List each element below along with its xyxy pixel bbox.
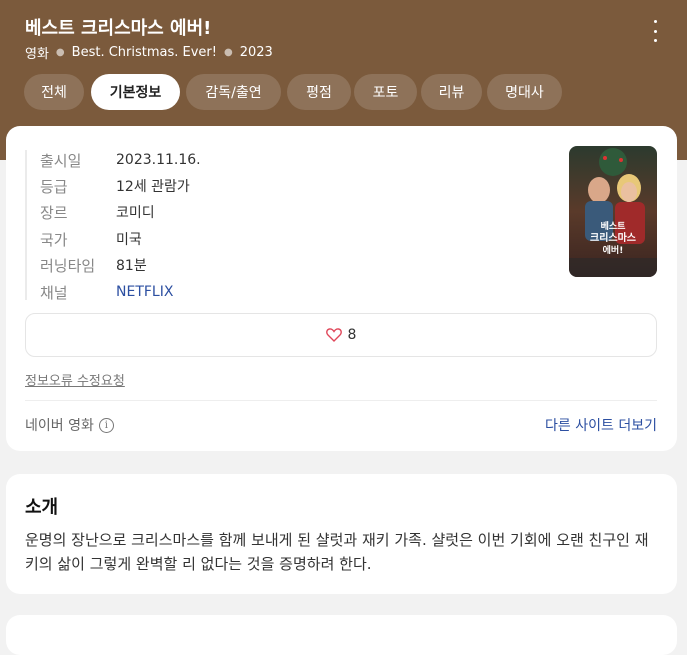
more-vertical-icon[interactable]: [648, 20, 662, 42]
info-row-rating: 등급 12세 관람가: [40, 176, 190, 196]
tab-rating[interactable]: 평점: [287, 74, 351, 110]
separator-dot: ●: [223, 47, 233, 58]
info-list: 출시일 2023.11.16. 등급 12세 관람가 장르 코미디 국가 미국 …: [25, 150, 201, 302]
info-label: 등급: [40, 177, 68, 196]
tab-quotes[interactable]: 명대사: [487, 74, 562, 110]
info-label: 국가: [40, 230, 68, 249]
meta-original-title: Best. Christmas. Ever!: [71, 45, 217, 60]
info-value: 미국: [116, 232, 142, 248]
poster-title-line: 에버!: [603, 244, 624, 256]
source-label: 네이버 영화 i: [25, 415, 114, 435]
info-value: 코미디: [116, 205, 155, 221]
info-label: 러닝타임: [40, 256, 96, 275]
info-label: 채널: [40, 283, 68, 302]
info-row-genre: 장르 코미디: [40, 202, 155, 222]
intro-card: 소개 운명의 장난으로 크리스마스를 함께 보내게 된 샬럿과 재키 가족. 샬…: [6, 474, 677, 594]
more-sites-link[interactable]: 다른 사이트 더보기: [545, 415, 657, 435]
divider: [25, 400, 657, 401]
intro-title: 소개: [25, 497, 59, 518]
meta-genre: 영화: [25, 47, 49, 62]
meta-year: 2023: [239, 45, 273, 60]
like-button[interactable]: 8: [25, 313, 657, 357]
info-row-channel: 채널 NETFLIX: [40, 282, 173, 302]
tab-review[interactable]: 리뷰: [421, 74, 482, 110]
movie-meta: 영화 ● Best. Christmas. Ever! ● 2023: [25, 43, 273, 62]
info-value: 81분: [116, 258, 147, 274]
channel-link[interactable]: NETFLIX: [116, 284, 173, 300]
info-row-country: 국가 미국: [40, 229, 142, 249]
like-count: 8: [347, 327, 357, 343]
movie-poster[interactable]: 베스트 크리스마스 에버!: [569, 146, 657, 277]
info-row-runtime: 러닝타임 81분: [40, 255, 147, 275]
heart-icon: [325, 328, 342, 342]
source-text: 네이버 영화: [25, 418, 94, 434]
info-icon[interactable]: i: [98, 417, 114, 433]
separator-dot: ●: [55, 47, 65, 58]
info-value: 2023.11.16.: [116, 152, 201, 168]
tab-director-cast[interactable]: 감독/출연: [186, 74, 281, 110]
page-title: 베스트 크리스마스 에버!: [25, 18, 212, 39]
tab-all[interactable]: 전체: [24, 74, 84, 110]
info-label: 장르: [40, 203, 68, 222]
report-error-link[interactable]: 정보오류 수정요청: [25, 370, 125, 389]
poster-title-line: 베스트: [601, 220, 627, 232]
info-row-release: 출시일 2023.11.16.: [40, 150, 201, 170]
basic-info-card: 출시일 2023.11.16. 등급 12세 관람가 장르 코미디 국가 미국 …: [6, 126, 677, 451]
poster-image: 베스트 크리스마스 에버!: [569, 146, 657, 277]
intro-text: 운명의 장난으로 크리스마스를 함께 보내게 된 샬럿과 재키 가족. 샬럿은 …: [25, 531, 649, 573]
info-value: 12세 관람가: [116, 179, 190, 195]
next-card: [6, 615, 677, 655]
poster-title-line: 크리스마스: [590, 231, 636, 244]
info-label: 출시일: [40, 151, 82, 170]
tab-basic-info[interactable]: 기본정보: [91, 74, 180, 110]
tab-photo[interactable]: 포토: [354, 74, 417, 110]
